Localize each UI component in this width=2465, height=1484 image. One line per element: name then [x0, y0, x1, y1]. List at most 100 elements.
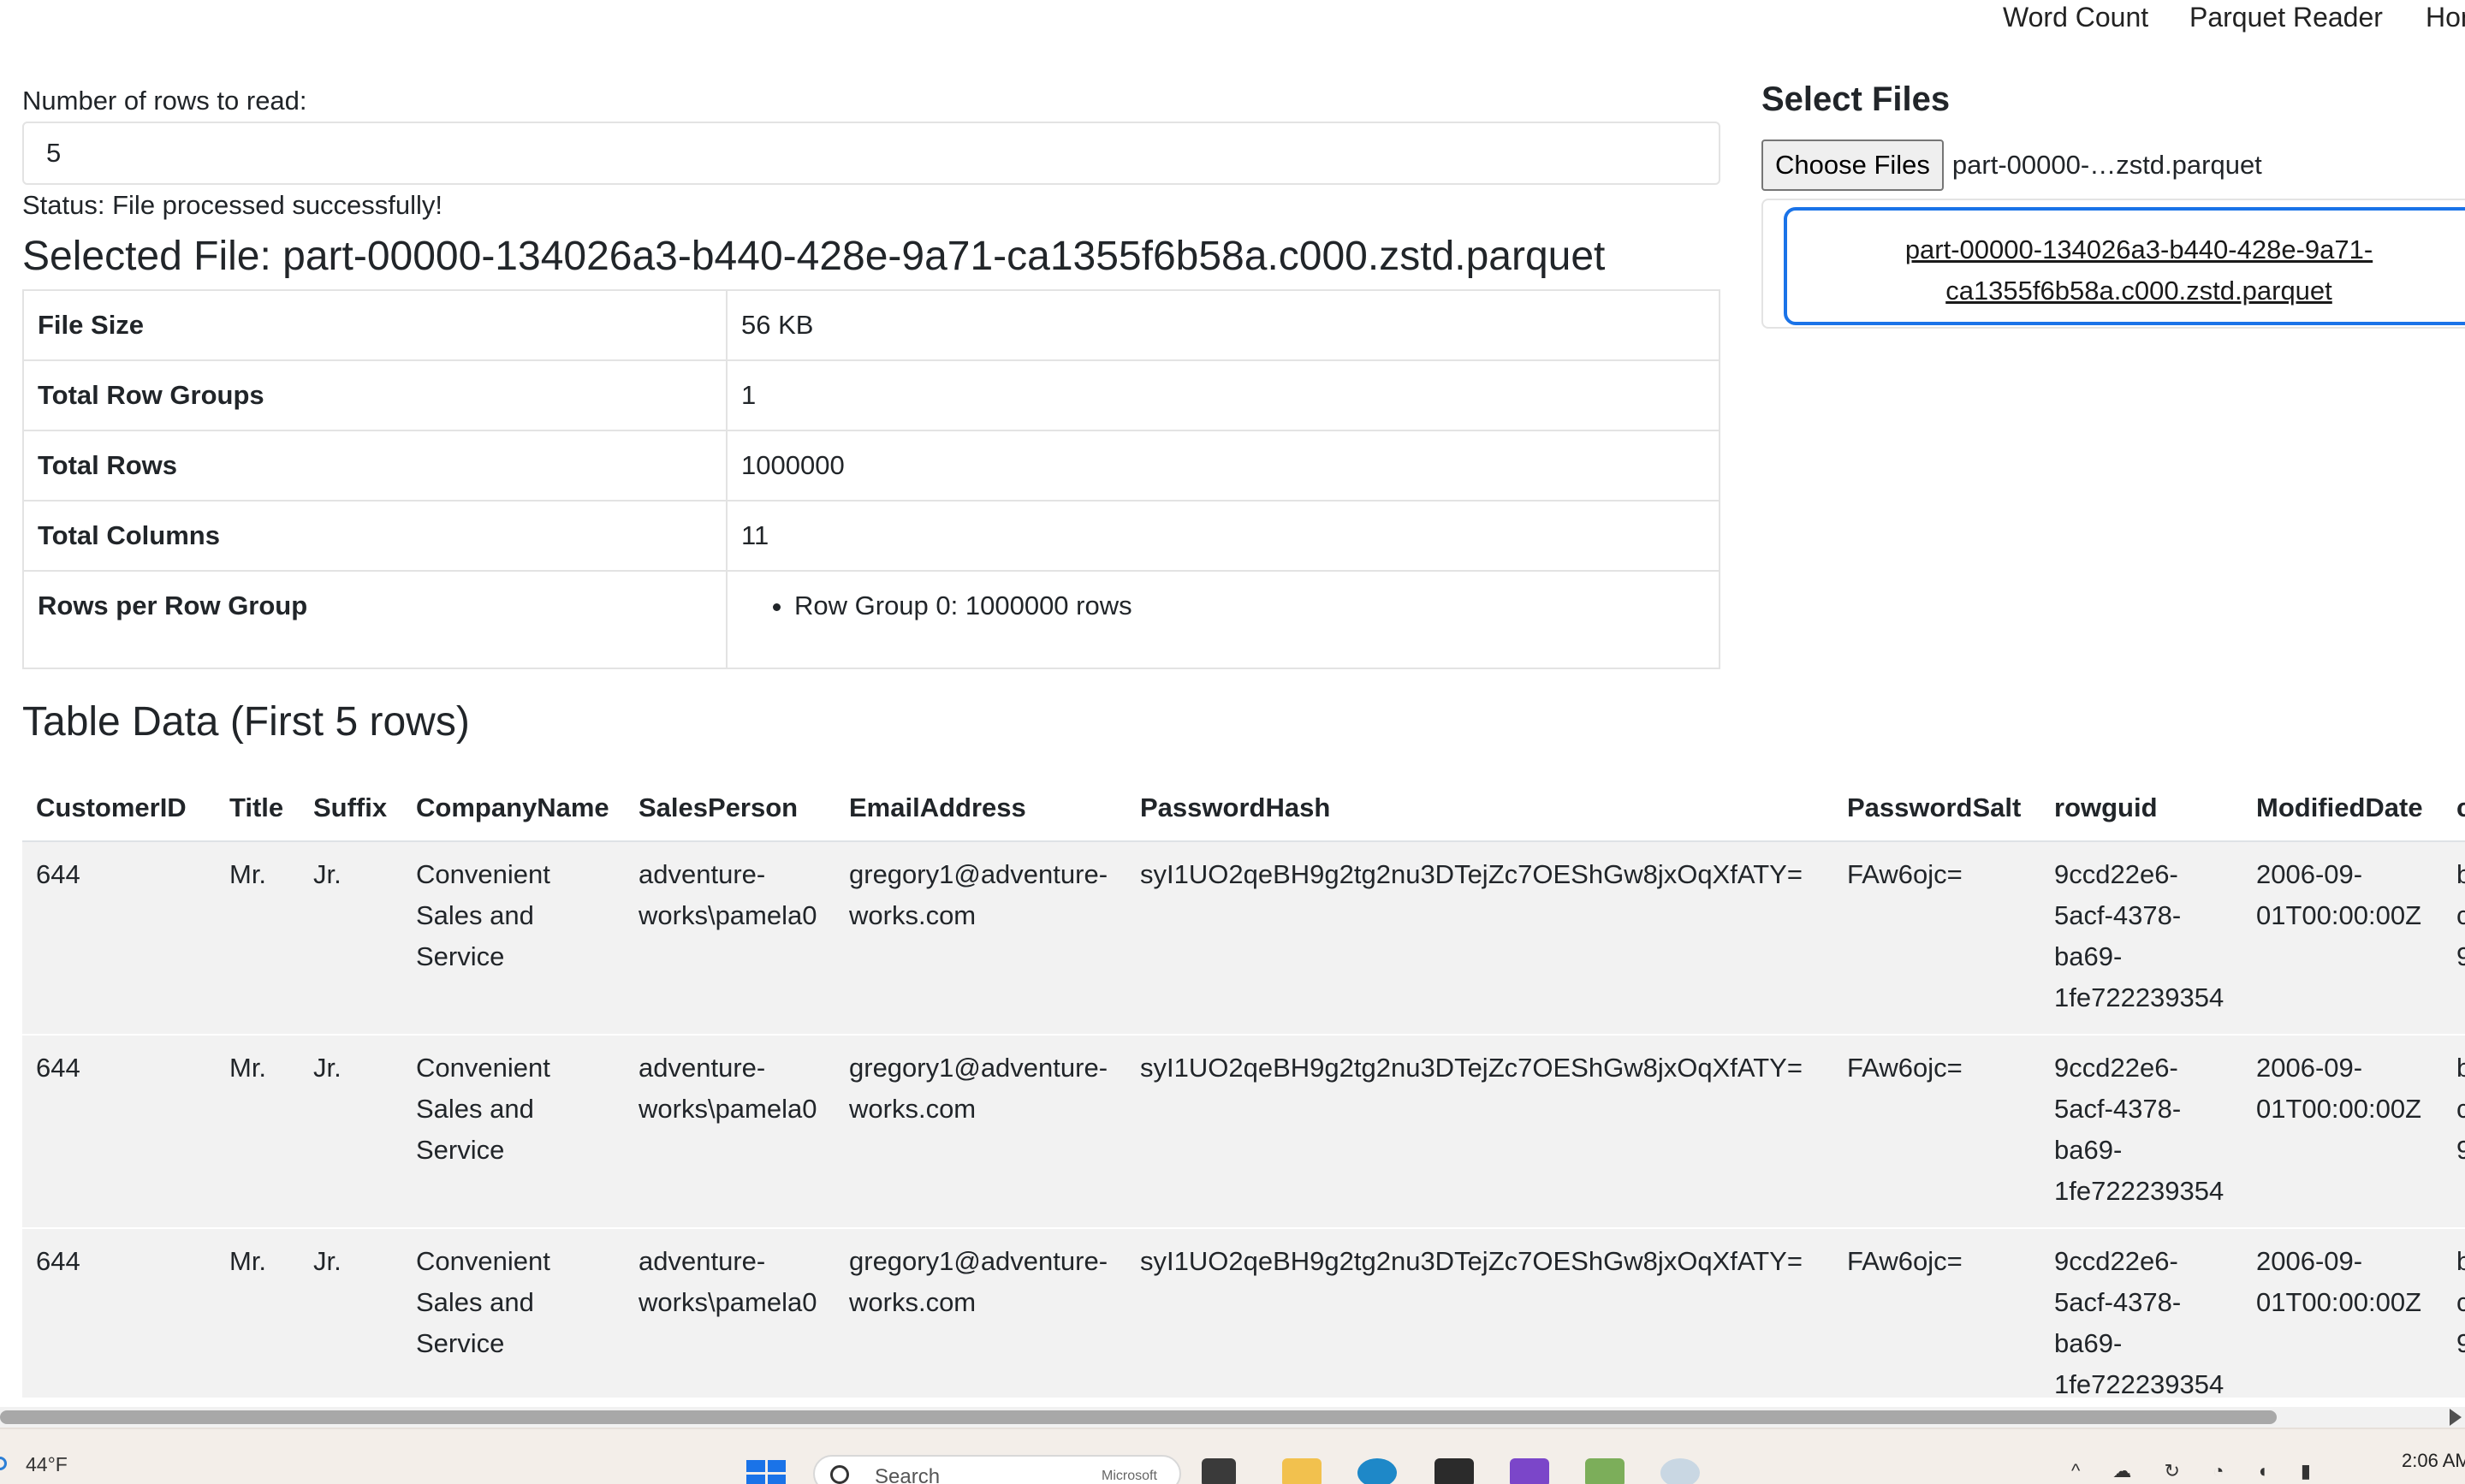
table-row[interactable]: 644 Mr. Jr. Convenient Sales and Service adv… [22, 1035, 2465, 1229]
system-tray-icons[interactable]: ^ ☁ ↻ ◔ ◖ ▮ [2071, 1460, 2325, 1482]
taskbar-search-placeholder: Search [875, 1465, 941, 1484]
table-cell: 644 [22, 1228, 216, 1398]
visual-studio-icon[interactable] [1510, 1458, 1549, 1484]
metadata-value: Row Group 0: 1000000 rows [726, 570, 1720, 669]
table-cell: FAw6ojc= [1833, 841, 2040, 1036]
table-cell: adventure-works\pamela0 [625, 1035, 835, 1229]
scrollbar-thumb[interactable] [0, 1410, 2277, 1424]
rows-label: Number of rows to read: [22, 86, 307, 116]
file-list-item[interactable]: part-00000-134026a3-b440-428e-9a71-ca135… [1784, 207, 2465, 325]
table-cell: adventure-works\pamela0 [625, 841, 835, 1036]
nav-word-count[interactable]: Word Count [2003, 2, 2148, 33]
row-group-item: Row Group 0: 1000000 rows [794, 591, 1705, 621]
table-cell: syI1UO2qeBH9g2tg2nu3DTejZc7OEShGw8jxOqXf… [1126, 1035, 1833, 1229]
rows-input[interactable] [22, 122, 1720, 185]
data-table-header: CustomerID Title Suffix CompanyName SalesPer… [22, 775, 2465, 842]
table-cell: gregory1@adventure-works.com [835, 1035, 1126, 1229]
metadata-row: Total Columns 11 [22, 500, 1720, 572]
search-highlight-badge: Microsoft [1102, 1469, 1157, 1483]
viewer-app-icon[interactable] [1660, 1458, 1700, 1484]
metadata-key: Total Columns [22, 500, 728, 572]
file-link[interactable]: part-00000-134026a3-b440-428e-9a71-ca135… [1905, 234, 2373, 306]
metadata-value: 1000000 [726, 430, 1720, 502]
weather-icon[interactable] [0, 1457, 7, 1470]
main-panel: Number of rows to read: Status: File pro… [22, 86, 1720, 758]
column-header: PasswordSalt [1833, 775, 2040, 842]
data-table: CustomerID Title Suffix CompanyName SalesPer… [22, 775, 2465, 1398]
file-panel: Select Files Choose Files part-00000-…zs… [1761, 80, 2465, 329]
notepad-app-icon[interactable] [1585, 1458, 1625, 1484]
table-cell: 2006-09-01T00:00:00Z [2242, 841, 2443, 1036]
table-cell: 644 [22, 841, 216, 1036]
table-cell: Convenient Sales and Service [402, 841, 625, 1036]
table-cell: Jr. [300, 1228, 402, 1398]
column-header: EmailAddress [835, 775, 1126, 842]
table-row[interactable]: 644 Mr. Jr. Convenient Sales and Service adv… [22, 1228, 2465, 1398]
metadata-value: 56 KB [726, 289, 1720, 361]
metadata-row: Rows per Row Group Row Group 0: 1000000 … [22, 570, 1720, 669]
nav-home[interactable]: Home [2426, 2, 2465, 33]
table-cell: syI1UO2qeBH9g2tg2nu3DTejZc7OEShGw8jxOqXf… [1126, 1228, 1833, 1398]
start-windows-icon[interactable] [746, 1460, 786, 1484]
table-cell: Convenient Sales and Service [402, 1035, 625, 1229]
column-header: rowguid [2040, 775, 2242, 842]
table-cell: gregory1@adventure-works.com [835, 1228, 1126, 1398]
metadata-key: Total Row Groups [22, 359, 728, 431]
table-cell: b c 9 [2443, 1035, 2465, 1229]
terminal-icon[interactable] [1434, 1458, 1474, 1484]
table-cell: Jr. [300, 841, 402, 1036]
metadata-key: Total Rows [22, 430, 728, 502]
data-table-scroll[interactable]: CustomerID Title Suffix CompanyName SalesPer… [22, 775, 2465, 1398]
row-group-list: Row Group 0: 1000000 rows [794, 591, 1705, 621]
table-cell: Mr. [216, 1228, 300, 1398]
status-text: Status: File processed successfully! [22, 190, 443, 220]
table-cell: b c 9 [2443, 1228, 2465, 1398]
scroll-right-arrow-icon[interactable] [2450, 1409, 2462, 1426]
table-cell: 9ccd22e6-5acf-4378-ba69-1fe722239354 [2040, 1228, 2242, 1398]
table-cell: syI1UO2qeBH9g2tg2nu3DTejZc7OEShGw8jxOqXf… [1126, 841, 1833, 1036]
horizontal-scrollbar[interactable] [0, 1407, 2465, 1428]
column-header: PasswordHash [1126, 775, 1833, 842]
table-cell: 644 [22, 1035, 216, 1229]
table-cell: gregory1@adventure-works.com [835, 841, 1126, 1036]
file-list: part-00000-134026a3-b440-428e-9a71-ca135… [1761, 199, 2465, 329]
column-header: SalesPerson [625, 775, 835, 842]
table-cell: Mr. [216, 1035, 300, 1229]
file-input-row: Choose Files part-00000-…zstd.parquet [1761, 139, 2465, 192]
table-cell: b c 9 [2443, 841, 2465, 1036]
task-view-icon[interactable] [1202, 1458, 1236, 1484]
table-cell: FAw6ojc= [1833, 1035, 2040, 1229]
table-cell: adventure-works\pamela0 [625, 1228, 835, 1398]
taskbar: 44°F Search Microsoft ^ ☁ ↻ ◔ ◖ ▮ 2:06 A… [0, 1428, 2465, 1484]
metadata-row: Total Row Groups 1 [22, 359, 1720, 431]
select-files-title: Select Files [1761, 80, 1951, 118]
table-cell: Convenient Sales and Service [402, 1228, 625, 1398]
table-cell: 9ccd22e6-5acf-4378-ba69-1fe722239354 [2040, 841, 2242, 1036]
nav-parquet-reader[interactable]: Parquet Reader [2189, 2, 2383, 33]
taskbar-clock[interactable]: 2:06 AM [2402, 1450, 2465, 1472]
weather-temp[interactable]: 44°F [26, 1453, 68, 1476]
metadata-row: Total Rows 1000000 [22, 430, 1720, 502]
metadata-row: File Size 56 KB [22, 289, 1720, 361]
taskbar-search[interactable]: Search Microsoft [813, 1455, 1181, 1484]
chosen-file-name: part-00000-…zstd.parquet [1951, 150, 2262, 180]
table-cell: 2006-09-01T00:00:00Z [2242, 1228, 2443, 1398]
column-header: CustomerID [22, 775, 216, 842]
file-explorer-icon[interactable] [1282, 1458, 1322, 1484]
table-cell: Mr. [216, 841, 300, 1036]
edge-browser-icon[interactable] [1357, 1458, 1397, 1484]
column-header: Title [216, 775, 300, 842]
selected-file-title: Selected File: part-00000-134026a3-b440-… [22, 234, 1606, 279]
table-cell: 9ccd22e6-5acf-4378-ba69-1fe722239354 [2040, 1035, 2242, 1229]
metadata-key: Rows per Row Group [22, 570, 728, 669]
table-row[interactable]: 644 Mr. Jr. Convenient Sales and Service adv… [22, 841, 2465, 1036]
metadata-value: 11 [726, 500, 1720, 572]
table-cell: Jr. [300, 1035, 402, 1229]
metadata-key: File Size [22, 289, 728, 361]
metadata-value: 1 [726, 359, 1720, 431]
search-icon [830, 1465, 849, 1484]
top-nav: Word Count Parquet Reader Home [0, 0, 2465, 38]
column-header: Suffix [300, 775, 402, 842]
choose-files-button[interactable]: Choose Files [1761, 139, 1944, 191]
table-data-heading: Table Data (First 5 rows) [22, 699, 470, 745]
